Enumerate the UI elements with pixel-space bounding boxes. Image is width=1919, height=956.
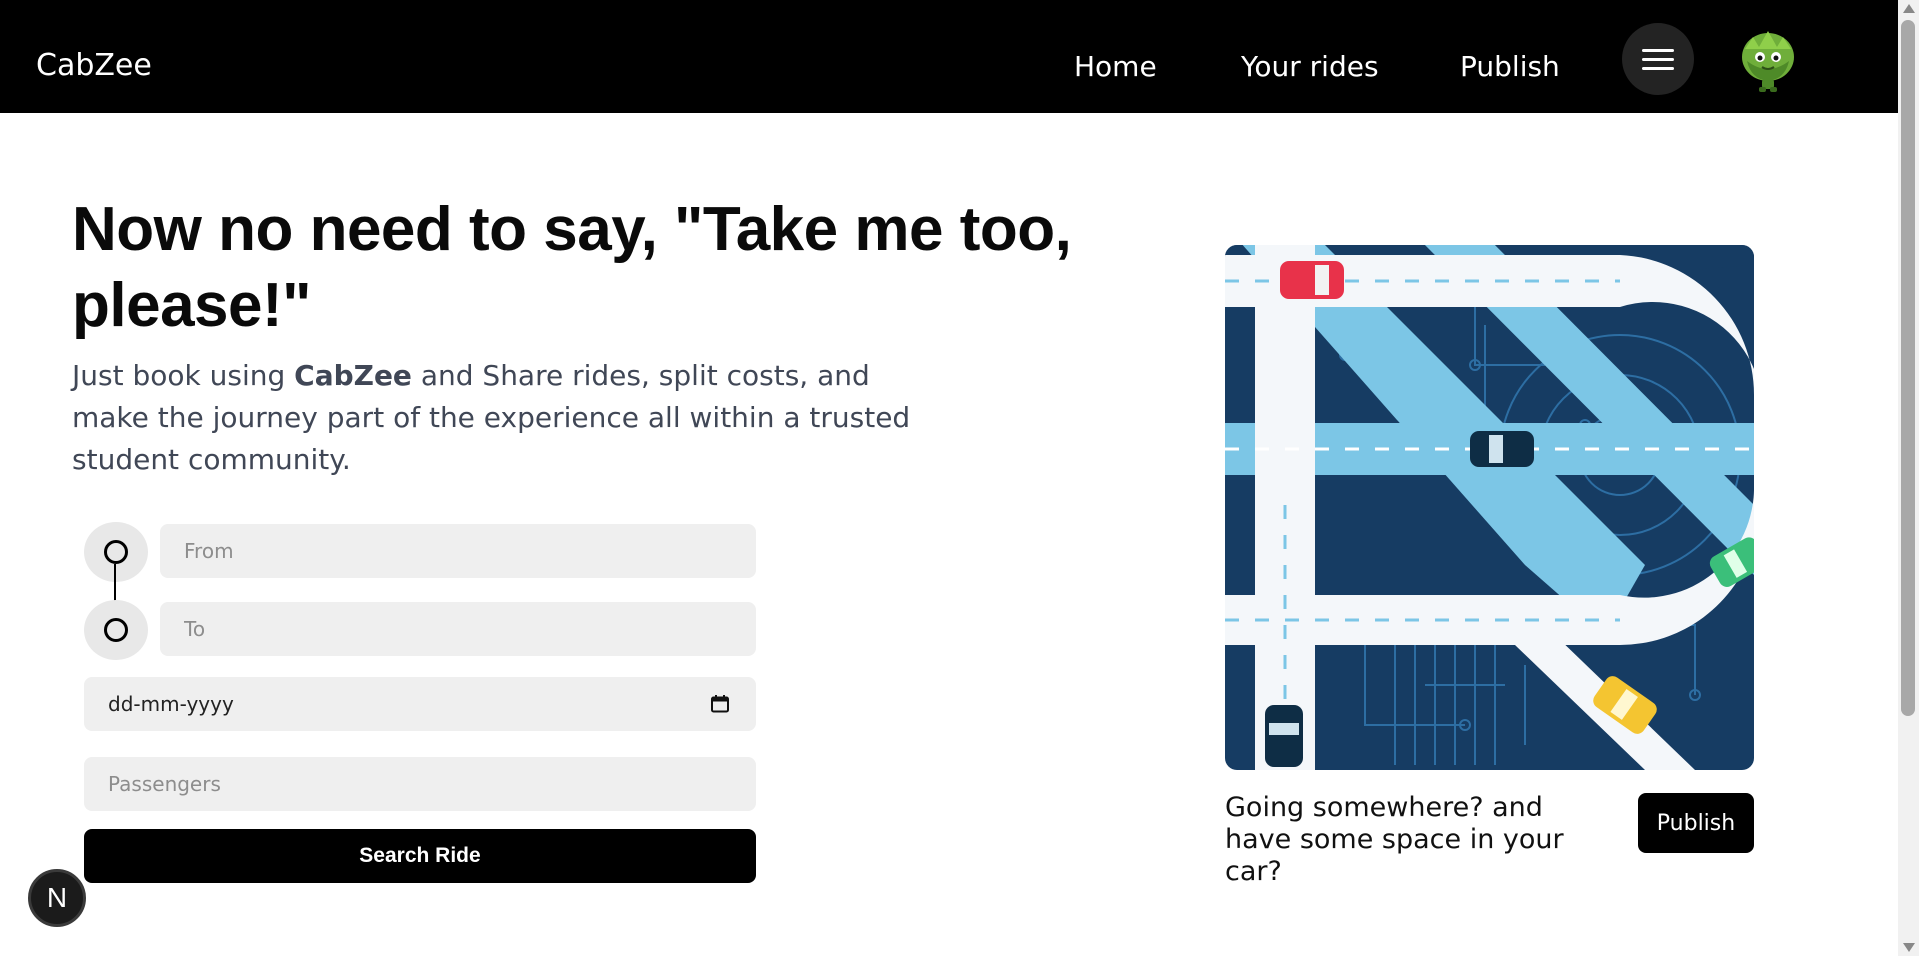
scroll-arrow-icon[interactable] bbox=[1903, 943, 1915, 952]
search-ride-button[interactable]: Search Ride bbox=[84, 829, 756, 883]
passengers-input[interactable] bbox=[84, 757, 756, 811]
scrollbar-thumb[interactable] bbox=[1901, 20, 1915, 716]
date-input-value: dd-mm-yyyy bbox=[108, 692, 234, 716]
publish-cta-text: Going somewhere? and have some space in … bbox=[1225, 792, 1564, 887]
hero-subtitle-pre: Just book using bbox=[72, 359, 295, 392]
hero-title: Now no need to say, "Take me too, please… bbox=[72, 195, 1072, 340]
location-from-marker bbox=[84, 522, 148, 582]
vertical-scrollbar[interactable] bbox=[1898, 0, 1919, 956]
from-input[interactable] bbox=[160, 524, 756, 578]
hamburger-menu-button[interactable] bbox=[1622, 23, 1694, 95]
location-from-icon bbox=[104, 540, 128, 564]
to-input[interactable] bbox=[160, 602, 756, 656]
publish-cta-button[interactable]: Publish bbox=[1638, 793, 1754, 853]
dev-tools-badge[interactable]: N bbox=[28, 869, 86, 927]
calendar-icon[interactable] bbox=[710, 694, 730, 714]
scroll-arrow-icon[interactable] bbox=[1903, 4, 1915, 13]
nav-home-link[interactable]: Home bbox=[1074, 50, 1157, 83]
location-to-icon bbox=[104, 618, 128, 642]
page: CabZee Home Your rides Publish Now no ne… bbox=[0, 0, 1919, 956]
hero-subtitle: Just book using CabZee and Share rides, … bbox=[72, 355, 952, 481]
brand-logo[interactable]: CabZee bbox=[36, 48, 152, 83]
hero-subtitle-brand: CabZee bbox=[294, 359, 412, 392]
navbar: CabZee Home Your rides Publish bbox=[0, 0, 1898, 113]
nav-publish-link[interactable]: Publish bbox=[1460, 50, 1560, 83]
nav-your-rides-link[interactable]: Your rides bbox=[1241, 50, 1379, 83]
city-roads-illustration bbox=[1225, 245, 1754, 770]
location-to-marker bbox=[84, 600, 148, 660]
date-input[interactable]: dd-mm-yyyy bbox=[84, 677, 756, 731]
hamburger-menu-icon bbox=[1642, 43, 1674, 76]
avatar[interactable] bbox=[1737, 27, 1799, 93]
